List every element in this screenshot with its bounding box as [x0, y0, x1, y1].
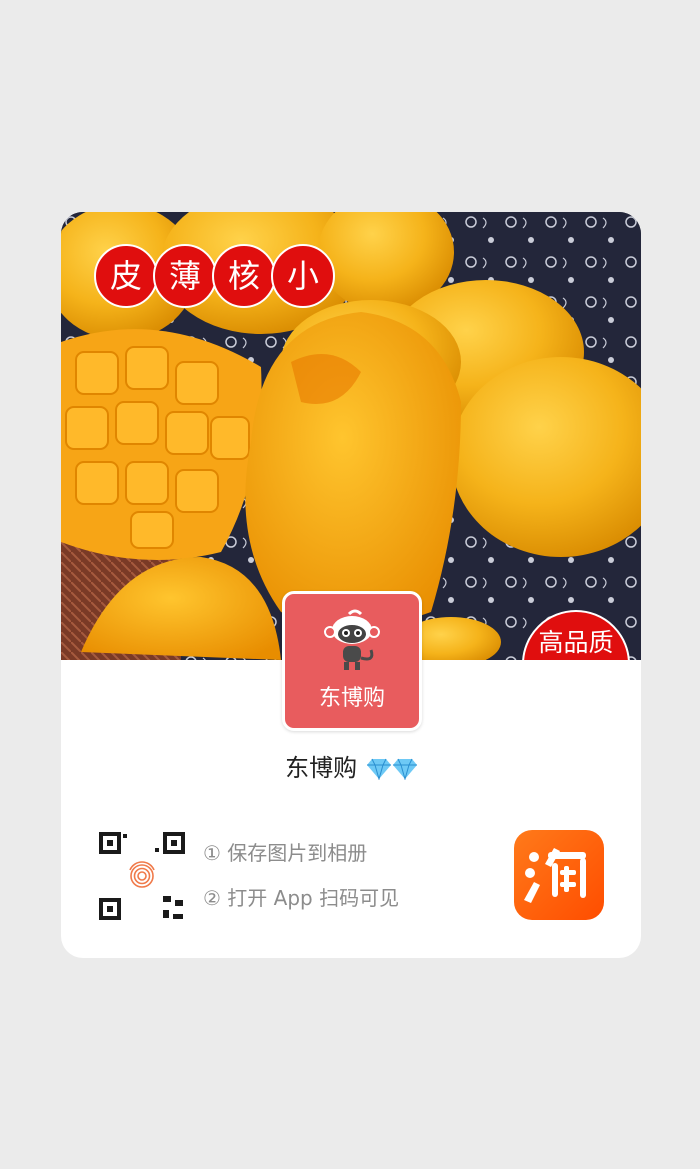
instruction-step: ② 打开 App 扫码可见: [203, 886, 400, 910]
feature-tag: 皮: [94, 244, 158, 308]
scan-instructions: ① 保存图片到相册 ② 打开 App 扫码可见: [203, 838, 399, 928]
feature-tag: 薄: [153, 244, 217, 308]
diamond-icon: [392, 758, 417, 780]
fingerprint-icon: [129, 861, 155, 888]
monkey-mascot-icon: [324, 609, 380, 670]
shop-avatar[interactable]: 东博购: [282, 591, 422, 731]
share-card: 皮 薄 核 小 高品质 东博购 东博购 ① 保存图片到相册 ② 打开 App 扫…: [61, 212, 641, 958]
avatar-label: 东博购: [318, 686, 385, 711]
feature-tags: 皮 薄 核 小: [94, 244, 335, 308]
taobao-icon[interactable]: [514, 830, 604, 920]
feature-tag: 核: [212, 244, 276, 308]
shop-name: 东博购: [285, 754, 358, 782]
shop-name-row: 东博购: [61, 748, 641, 783]
feature-tag: 小: [271, 244, 335, 308]
diamond-icon: [366, 758, 391, 780]
instruction-step: ① 保存图片到相册: [203, 841, 368, 865]
qr-code-icon[interactable]: [97, 830, 187, 922]
